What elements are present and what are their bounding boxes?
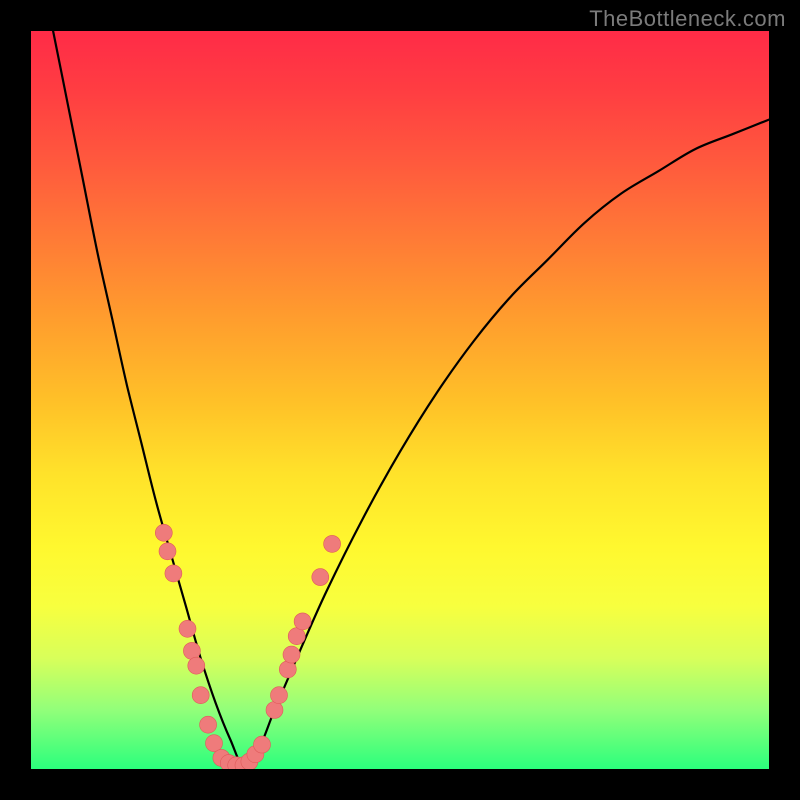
chart-svg: [31, 31, 769, 769]
marker-group: [155, 524, 340, 769]
marker-dot: [312, 569, 329, 586]
marker-dot: [254, 736, 271, 753]
marker-dot: [155, 524, 172, 541]
marker-dot: [294, 613, 311, 630]
marker-dot: [200, 716, 217, 733]
marker-dot: [283, 646, 300, 663]
marker-dot: [266, 702, 283, 719]
marker-dot: [192, 687, 209, 704]
marker-dot: [159, 543, 176, 560]
marker-dot: [206, 735, 223, 752]
marker-dot: [179, 620, 196, 637]
outer-frame: TheBottleneck.com: [0, 0, 800, 800]
marker-dot: [165, 565, 182, 582]
marker-dot: [271, 687, 288, 704]
watermark-text: TheBottleneck.com: [589, 6, 786, 32]
marker-dot: [279, 661, 296, 678]
marker-dot: [324, 535, 341, 552]
bottleneck-curve: [53, 31, 769, 769]
marker-dot: [183, 642, 200, 659]
marker-dot: [188, 657, 205, 674]
marker-dot: [288, 628, 305, 645]
plot-area: [31, 31, 769, 769]
